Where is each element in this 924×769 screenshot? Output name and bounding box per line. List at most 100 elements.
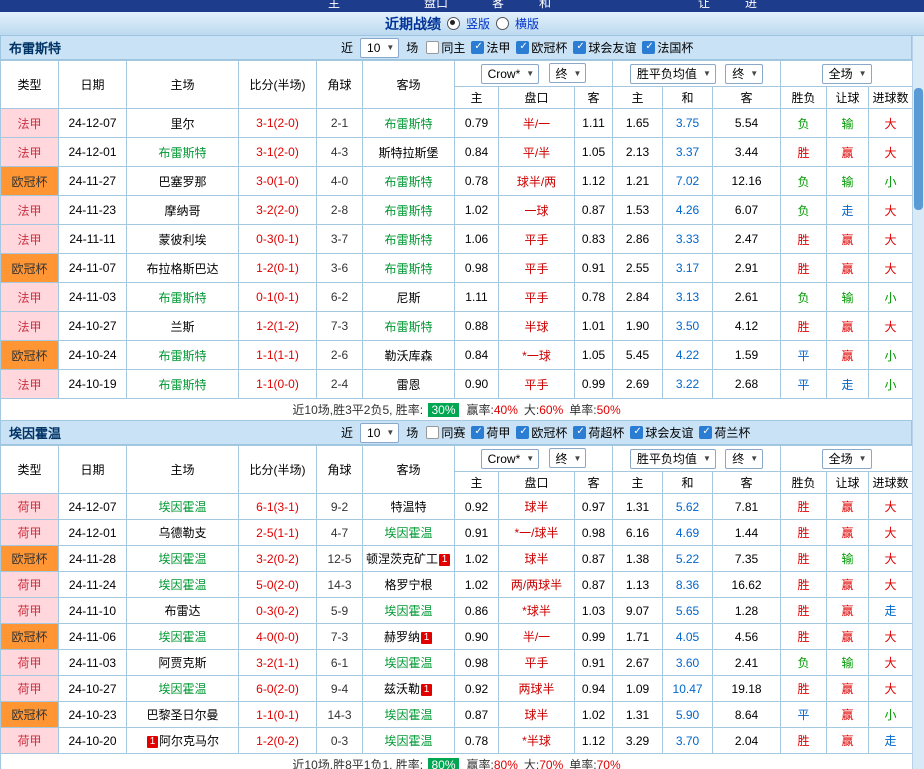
team-link[interactable]: 布雷斯特 xyxy=(384,233,432,247)
away-team[interactable]: 埃因霍温 xyxy=(362,519,455,546)
home-team[interactable]: 里尔 xyxy=(126,108,239,138)
europe-odds-select[interactable]: 胜平负均值 ▼ xyxy=(629,63,716,84)
checkbox-box[interactable] xyxy=(471,41,485,54)
match-score[interactable]: 0-3(0-2) xyxy=(238,597,317,624)
home-team[interactable]: 埃因霍温 xyxy=(126,493,239,520)
match-score[interactable]: 1-1(0-0) xyxy=(238,369,317,399)
filter-checkbox-球会友谊[interactable]: 球会友谊 xyxy=(630,424,693,441)
filter-checkbox-同赛[interactable]: 同赛 xyxy=(426,424,465,441)
europe-odds-select[interactable]: 胜平负均值 ▼ xyxy=(629,448,716,469)
away-team[interactable]: 埃因霍温 xyxy=(362,727,455,754)
match-score[interactable]: 1-1(1-1) xyxy=(238,340,317,370)
away-team[interactable]: 尼斯 xyxy=(362,282,455,312)
team-link[interactable]: 阿贾克斯 xyxy=(158,656,206,670)
away-team[interactable]: 埃因霍温 xyxy=(362,701,455,728)
away-team[interactable]: 赫罗纳 1 xyxy=(362,623,455,650)
away-team[interactable]: 兹沃勒 1 xyxy=(362,675,455,702)
home-team[interactable]: 蒙彼利埃 xyxy=(126,224,239,254)
home-team[interactable]: 布拉格斯巴达 xyxy=(126,253,239,283)
away-team[interactable]: 斯特拉斯堡 xyxy=(362,137,455,167)
team-link[interactable]: 雷恩 xyxy=(396,378,420,392)
home-team[interactable]: 埃因霍温 xyxy=(126,623,239,650)
away-team[interactable]: 埃因霍温 xyxy=(362,597,455,624)
full-game-select[interactable]: 全场 ▼ xyxy=(821,448,872,469)
checkbox-box[interactable] xyxy=(699,426,713,439)
match-score[interactable]: 3-2(1-1) xyxy=(238,649,317,676)
away-team[interactable]: 布雷斯特 xyxy=(362,166,455,196)
team-link[interactable]: 埃因霍温 xyxy=(384,526,432,540)
horizontal-radio[interactable] xyxy=(496,17,509,30)
away-team[interactable]: 顿涅茨克矿工 1 xyxy=(362,545,455,572)
match-score[interactable]: 3-2(2-0) xyxy=(238,195,317,225)
recent-count-select[interactable]: 10 ▼ xyxy=(360,37,400,58)
team-link[interactable]: 布雷斯特 xyxy=(384,320,432,334)
match-score[interactable]: 6-0(2-0) xyxy=(238,675,317,702)
vertical-scrollbar[interactable] xyxy=(912,36,924,769)
team-link[interactable]: 尼斯 xyxy=(396,291,420,305)
home-team[interactable]: 巴塞罗那 xyxy=(126,166,239,196)
odds-company-select[interactable]: Crow* ▼ xyxy=(480,63,540,84)
checkbox-box[interactable] xyxy=(471,426,485,439)
match-score[interactable]: 3-1(2-0) xyxy=(238,108,317,138)
match-score[interactable]: 4-0(0-0) xyxy=(238,623,317,650)
europe-time-select[interactable]: 终 ▼ xyxy=(725,448,764,469)
odds-company-select[interactable]: Crow* ▼ xyxy=(480,448,540,469)
away-team[interactable]: 勒沃库森 xyxy=(362,340,455,370)
odds-time-select[interactable]: 终 ▼ xyxy=(548,448,587,469)
team-link[interactable]: 布雷斯特 xyxy=(158,378,206,392)
match-score[interactable]: 1-1(0-1) xyxy=(238,701,317,728)
odds-time-select[interactable]: 终 ▼ xyxy=(548,63,587,84)
team-link[interactable]: 布雷斯特 xyxy=(158,291,206,305)
home-team[interactable]: 埃因霍温 xyxy=(126,571,239,598)
match-score[interactable]: 0-3(0-1) xyxy=(238,224,317,254)
match-score[interactable]: 0-1(0-1) xyxy=(238,282,317,312)
filter-checkbox-荷甲[interactable]: 荷甲 xyxy=(471,424,510,441)
team-link[interactable]: 兰斯 xyxy=(170,320,194,334)
europe-time-select[interactable]: 终 ▼ xyxy=(725,63,764,84)
checkbox-box[interactable] xyxy=(516,41,530,54)
home-team[interactable]: 埃因霍温 xyxy=(126,545,239,572)
home-team[interactable]: 布雷斯特 xyxy=(126,137,239,167)
team-link[interactable]: 布雷斯特 xyxy=(384,204,432,218)
horizontal-radio-label[interactable]: 横版 xyxy=(515,15,539,32)
home-team[interactable]: 巴黎圣日尔曼 xyxy=(126,701,239,728)
filter-checkbox-法国杯[interactable]: 法国杯 xyxy=(642,39,693,56)
team-link[interactable]: 埃因霍温 xyxy=(384,604,432,618)
team-link[interactable]: 埃因霍温 xyxy=(158,630,206,644)
away-team[interactable]: 布雷斯特 xyxy=(362,311,455,341)
home-team[interactable]: 埃因霍温 xyxy=(126,675,239,702)
team-link[interactable]: 乌德勒支 xyxy=(158,526,206,540)
team-link[interactable]: 埃因霍温 xyxy=(158,682,206,696)
match-score[interactable]: 1-2(0-1) xyxy=(238,253,317,283)
team-link[interactable]: 埃因霍温 xyxy=(384,656,432,670)
team-link[interactable]: 埃因霍温 xyxy=(158,500,206,514)
team-link[interactable]: 布雷斯特 xyxy=(158,146,206,160)
away-team[interactable]: 特温特 xyxy=(362,493,455,520)
match-score[interactable]: 1-2(1-2) xyxy=(238,311,317,341)
team-link[interactable]: 布雷斯特 xyxy=(384,117,432,131)
match-score[interactable]: 5-0(2-0) xyxy=(238,571,317,598)
team-link[interactable]: 特温特 xyxy=(390,500,426,514)
checkbox-box[interactable] xyxy=(642,41,656,54)
team-link[interactable]: 布雷斯特 xyxy=(384,175,432,189)
filter-checkbox-法甲[interactable]: 法甲 xyxy=(471,39,510,56)
away-team[interactable]: 雷恩 xyxy=(362,369,455,399)
team-link[interactable]: 埃因霍温 xyxy=(384,708,432,722)
filter-checkbox-荷兰杯[interactable]: 荷兰杯 xyxy=(699,424,750,441)
home-team[interactable]: 布雷斯特 xyxy=(126,340,239,370)
team-link[interactable]: 埃因霍温 xyxy=(158,578,206,592)
team-link[interactable]: 布拉格斯巴达 xyxy=(146,262,218,276)
home-team[interactable]: 阿贾克斯 xyxy=(126,649,239,676)
team-link[interactable]: 巴黎圣日尔曼 xyxy=(146,708,218,722)
team-link[interactable]: 格罗宁根 xyxy=(384,578,432,592)
team-link[interactable]: 兹沃勒 xyxy=(384,682,420,696)
vertical-radio[interactable] xyxy=(446,17,460,30)
team-link[interactable]: 布雷斯特 xyxy=(158,349,206,363)
team-link[interactable]: 埃因霍温 xyxy=(158,552,206,566)
team-link[interactable]: 布雷达 xyxy=(164,604,200,618)
team-link[interactable]: 蒙彼利埃 xyxy=(158,233,206,247)
home-team[interactable]: 乌德勒支 xyxy=(126,519,239,546)
team-link[interactable]: 摩纳哥 xyxy=(164,204,200,218)
checkbox-box[interactable] xyxy=(573,41,587,54)
home-team[interactable]: 兰斯 xyxy=(126,311,239,341)
